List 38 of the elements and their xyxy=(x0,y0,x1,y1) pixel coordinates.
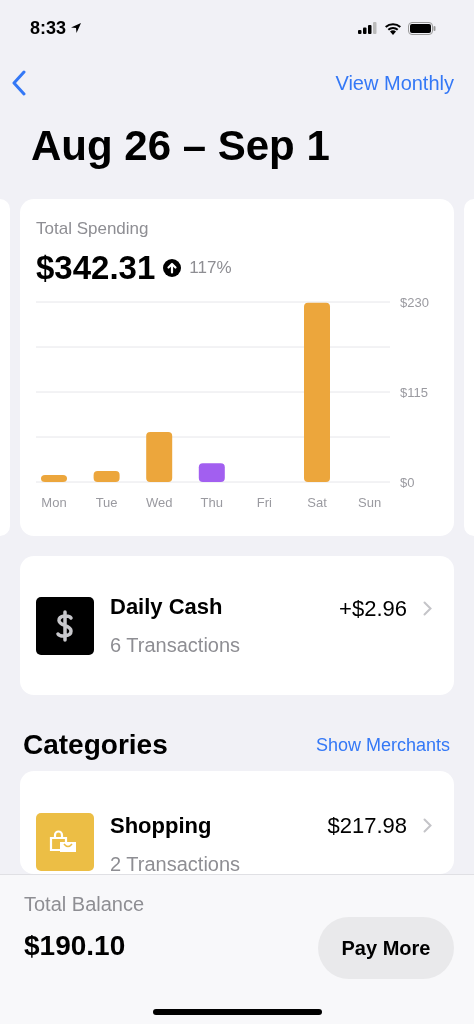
category-card[interactable]: Shopping 2 Transactions $217.98 xyxy=(20,771,454,874)
show-merchants-link[interactable]: Show Merchants xyxy=(315,734,450,756)
transaction-count: 6 Transactions xyxy=(110,634,242,657)
signal-icon xyxy=(358,22,378,34)
daily-cash-title: Daily Cash xyxy=(110,594,224,620)
daily-cash-card[interactable]: Daily Cash 6 Transactions +$2.96 xyxy=(20,556,454,695)
pay-more-button[interactable]: Pay More xyxy=(318,917,454,979)
section-heading: Categories xyxy=(23,729,168,761)
day-label: Fri xyxy=(256,495,272,510)
axis-label: $115 xyxy=(400,385,428,400)
day-label: Sat xyxy=(307,495,327,510)
back-button[interactable] xyxy=(12,70,26,96)
status-time: 8:33 xyxy=(30,17,67,39)
shopping-bag-icon xyxy=(36,813,94,871)
cash-amount: +$2.96 xyxy=(339,596,407,622)
transaction-count: 2 Transactions xyxy=(110,853,242,876)
dollar-icon xyxy=(36,596,94,655)
chevron-right-icon xyxy=(423,818,432,833)
axis-label: $230 xyxy=(400,295,429,310)
spending-amount: $342.31 xyxy=(36,249,156,287)
location-arrow-icon xyxy=(70,22,83,34)
day-label: Tue xyxy=(95,495,118,510)
spending-label: Total Spending xyxy=(36,219,150,239)
chevron-right-icon xyxy=(423,601,432,616)
axis-label: $0 xyxy=(400,475,415,490)
category-title: Shopping xyxy=(110,813,213,839)
category-amount: $217.98 xyxy=(327,813,407,839)
change-percent: 117% xyxy=(189,258,232,278)
day-label: Thu xyxy=(200,495,223,510)
day-label: Mon xyxy=(41,495,67,510)
page-title: Aug 26 – Sep 1 xyxy=(31,121,331,171)
day-label: Sun xyxy=(358,495,382,510)
view-monthly-link[interactable]: View Monthly xyxy=(335,71,454,95)
battery-icon xyxy=(408,21,436,35)
day-label: Wed xyxy=(145,495,173,510)
wifi-icon xyxy=(384,21,402,35)
balance-label: Total Balance xyxy=(24,893,145,916)
balance-amount: $190.10 xyxy=(24,930,127,962)
